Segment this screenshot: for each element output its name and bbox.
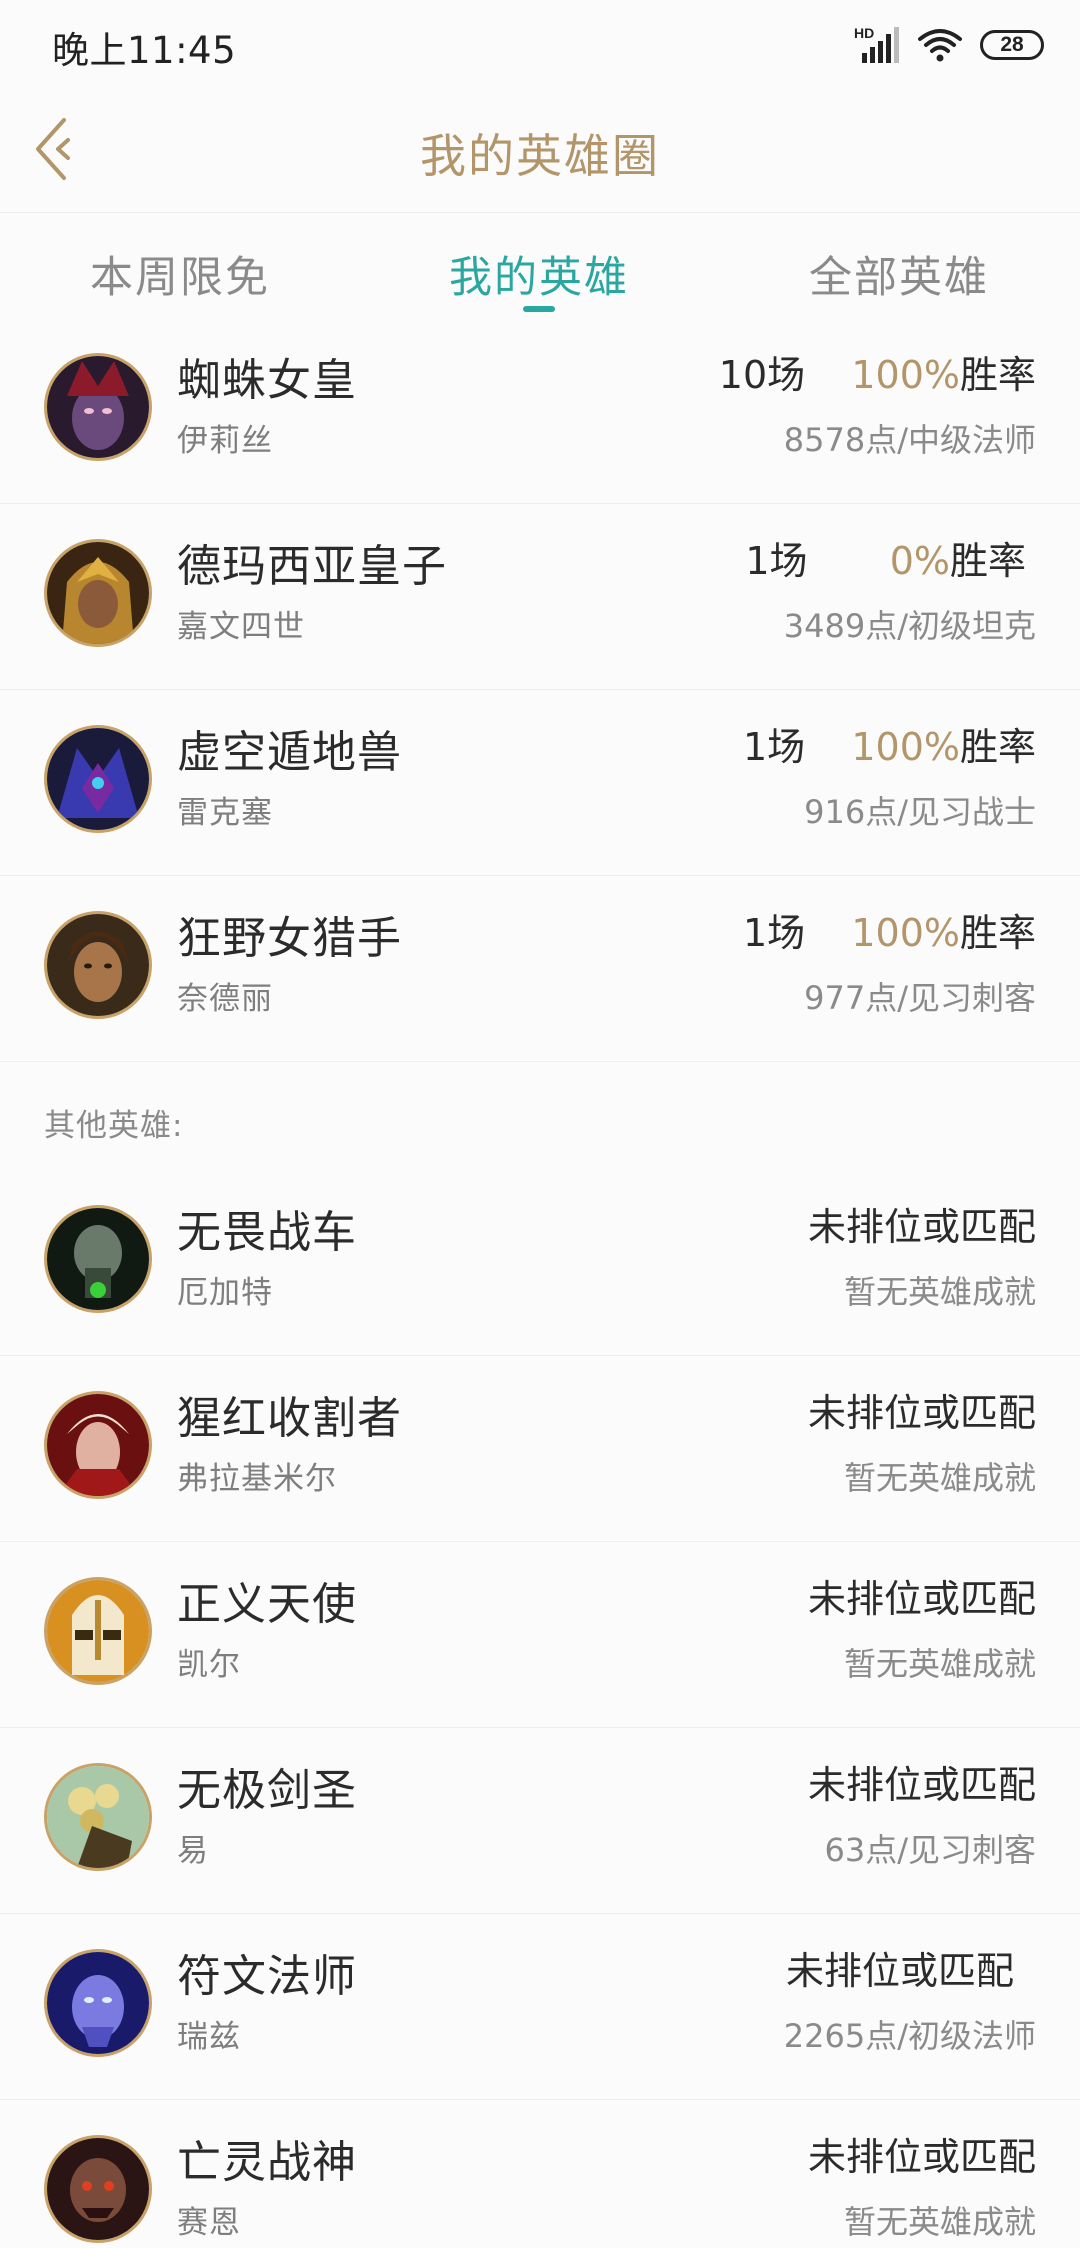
hero-points: 2265点/初级法师 [783,2017,1036,2055]
hero-status: 未排位或匹配 [807,1763,1036,1807]
hero-name: 蜘蛛女皇 [177,355,357,406]
header: 我的英雄圈 [0,90,1080,213]
hero-points: 暂无英雄成就 [843,2203,1036,2241]
win-rate: 0% [889,539,950,583]
hero-circle-screen: 晚上11:45 HD 28 我的英雄圈 本周限免 我的英雄 全部英雄 蜘蛛女皇 … [0,0,1080,2248]
hero-points: 3489点/初级坦克 [783,607,1036,645]
hero-name: 猩红收割者 [177,1393,402,1444]
hero-status: 未排位或匹配 [807,1391,1036,1435]
hero-row[interactable]: 亡灵战神 赛恩 未排位或匹配 暂无英雄成就 [0,2100,1080,2248]
games-count: 1场 [742,911,806,955]
hero-title: 嘉文四世 [177,609,305,645]
hero-name: 虚空遁地兽 [177,727,402,778]
hero-stats: 1场 100%胜率 [743,902,1036,957]
hero-points: 暂无英雄成就 [843,1273,1036,1311]
hero-points: 63点/见习刺客 [824,1831,1036,1869]
hero-points: 8578点/中级法师 [783,421,1036,459]
wifi-icon [918,29,962,62]
hero-title: 赛恩 [177,2205,241,2241]
win-rate: 100% [851,353,960,397]
hero-row[interactable]: 狂野女猎手 奈德丽 1场 100%胜率 977点/见习刺客 [0,876,1080,1062]
win-rate: 100% [851,911,960,955]
status-icons: HD 28 [854,22,1044,68]
tab-my-heroes[interactable]: 我的英雄 [449,243,629,305]
hero-avatar [44,725,152,833]
hero-stats: 1场 0%胜率 [745,530,1026,585]
hero-points: 暂无英雄成就 [843,1459,1036,1497]
hero-points: 977点/见习刺客 [804,979,1036,1017]
signal-icon: HD [854,25,900,65]
hero-avatar [44,911,152,1019]
win-rate-suffix: 胜率 [959,911,1036,955]
games-count: 10场 [718,353,806,397]
hero-name: 无极剑圣 [177,1765,357,1816]
hero-status: 未排位或匹配 [807,1577,1036,1621]
hero-avatar [44,353,152,461]
hero-name: 亡灵战神 [177,2137,357,2188]
games-count: 1场 [745,539,808,583]
status-time: 晚上11:45 [52,29,237,72]
hero-status: 未排位或匹配 [807,2135,1036,2179]
hero-status: 未排位或匹配 [807,1205,1036,1249]
active-tab-indicator [523,306,555,312]
hero-avatar [44,1391,152,1499]
hero-points: 暂无英雄成就 [843,1645,1036,1683]
hero-avatar [44,1949,152,2057]
hero-name: 正义天使 [177,1579,357,1630]
hero-avatar [44,1205,152,1313]
hero-name: 狂野女猎手 [177,913,402,964]
page-title: 我的英雄圈 [420,129,660,183]
hero-title: 弗拉基米尔 [177,1461,337,1497]
hero-name: 符文法师 [177,1951,357,2002]
hero-title: 瑞兹 [177,2019,241,2055]
hero-title: 雷克塞 [177,795,273,831]
hero-title: 伊莉丝 [177,423,273,459]
win-rate-suffix: 胜率 [959,725,1036,769]
hero-row[interactable]: 符文法师 瑞兹 未排位或匹配 2265点/初级法师 [0,1914,1080,2100]
hero-row[interactable]: 猩红收割者 弗拉基米尔 未排位或匹配 暂无英雄成就 [0,1356,1080,1542]
other-heroes-label: 其他英雄: [44,1108,184,1144]
hero-row[interactable]: 德玛西亚皇子 嘉文四世 1场 0%胜率 3489点/初级坦克 [0,504,1080,690]
hero-avatar [44,1763,152,1871]
hero-title: 易 [177,1833,209,1869]
hero-row[interactable]: 虚空遁地兽 雷克塞 1场 100%胜率 916点/见习战士 [0,690,1080,876]
games-count: 1场 [742,725,806,769]
tab-all-heroes[interactable]: 全部英雄 [809,243,989,305]
win-rate-suffix: 胜率 [959,353,1036,397]
hero-name: 德玛西亚皇子 [177,541,447,592]
tab-weekly-free[interactable]: 本周限免 [90,243,270,305]
hero-title: 奈德丽 [177,981,273,1017]
hero-row[interactable]: 无畏战车 厄加特 未排位或匹配 暂无英雄成就 [0,1170,1080,1356]
hero-title: 厄加特 [177,1275,273,1311]
hero-avatar [44,2135,152,2243]
hero-title: 凯尔 [177,1647,241,1683]
hero-row[interactable]: 蜘蛛女皇 伊莉丝 10场 100%胜率 8578点/中级法师 [0,318,1080,504]
hero-stats: 1场 100%胜率 [743,716,1036,771]
hero-stats: 10场 100%胜率 [719,344,1036,399]
hero-row[interactable]: 无极剑圣 易 未排位或匹配 63点/见习刺客 [0,1728,1080,1914]
hero-avatar [44,539,152,647]
win-rate: 100% [851,725,960,769]
hero-name: 无畏战车 [177,1207,357,1258]
battery-indicator: 28 [980,30,1044,60]
hero-status: 未排位或匹配 [785,1949,1014,1993]
win-rate-suffix: 胜率 [949,539,1026,583]
status-bar: 晚上11:45 HD 28 [0,0,1080,90]
hero-row[interactable]: 正义天使 凯尔 未排位或匹配 暂无英雄成就 [0,1542,1080,1728]
hero-points: 916点/见习战士 [804,793,1036,831]
hero-avatar [44,1577,152,1685]
